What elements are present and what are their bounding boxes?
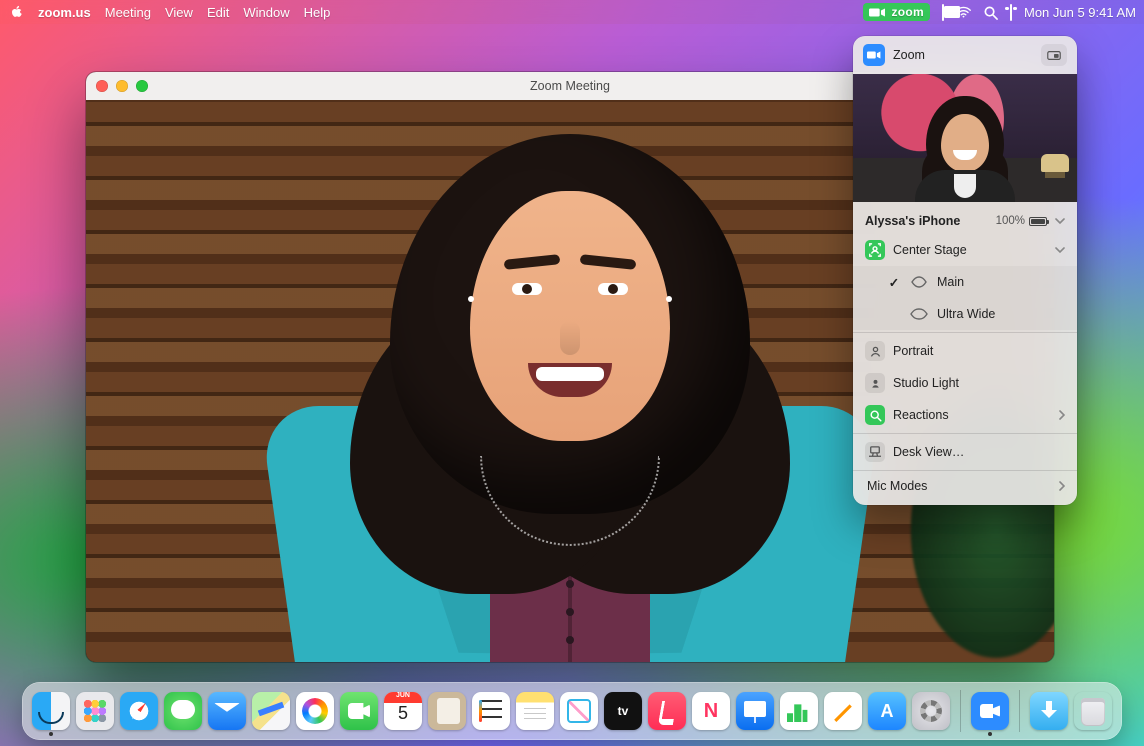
dock-app-notes[interactable] [516, 692, 554, 730]
menu-window[interactable]: Window [243, 5, 289, 20]
zoom-app-icon [863, 44, 885, 66]
menu-meeting[interactable]: Meeting [105, 5, 151, 20]
dock-app-news[interactable] [692, 692, 730, 730]
mic-modes-row[interactable]: Mic Modes [853, 473, 1077, 499]
panel-expand-button[interactable] [1041, 44, 1067, 66]
window-title: Zoom Meeting [530, 79, 610, 93]
dock-separator [1019, 690, 1020, 732]
device-battery: 100% [996, 215, 1047, 227]
chevron-down-icon [1055, 246, 1065, 254]
portrait-icon [865, 341, 885, 361]
dock-app-reminders[interactable] [472, 692, 510, 730]
option-label: Ultra Wide [937, 307, 1065, 321]
battery-menubar-icon[interactable] [942, 5, 944, 20]
chevron-right-icon [1058, 481, 1065, 491]
dock-app-photos[interactable] [296, 692, 334, 730]
center-stage-label: Center Stage [893, 243, 1047, 257]
dock-app-contacts[interactable] [428, 692, 466, 730]
menu-edit[interactable]: Edit [207, 5, 229, 20]
camera-in-use-indicator[interactable]: zoom [863, 3, 930, 21]
dock-app-music[interactable] [648, 692, 686, 730]
mic-modes-label: Mic Modes [865, 479, 1050, 493]
window-traffic-lights [96, 80, 148, 92]
chevron-right-icon [1058, 410, 1065, 420]
portrait-row[interactable]: Portrait [853, 335, 1077, 367]
panel-app-label: Zoom [893, 48, 925, 62]
dock-trash[interactable] [1074, 692, 1112, 730]
dock-app-zoom[interactable] [971, 692, 1009, 730]
dock-app-system-settings[interactable] [912, 692, 950, 730]
window-close-button[interactable] [96, 80, 108, 92]
chevron-down-icon [1055, 217, 1065, 225]
lens-wide-icon [909, 304, 929, 324]
dock-app-keynote[interactable] [736, 692, 774, 730]
dock-app-safari[interactable] [120, 692, 158, 730]
reactions-label: Reactions [893, 408, 1050, 422]
window-fullscreen-button[interactable] [136, 80, 148, 92]
center-stage-option-main[interactable]: ✓ Main [853, 266, 1077, 298]
dock-downloads[interactable] [1030, 692, 1068, 730]
calendar-day: 5 [384, 703, 422, 724]
reactions-row[interactable]: Reactions [853, 399, 1077, 431]
dock-app-maps[interactable] [252, 692, 290, 730]
self-preview-thumbnail[interactable] [853, 74, 1077, 202]
device-name: Alyssa's iPhone [865, 214, 988, 228]
panel-header: Zoom [853, 36, 1077, 74]
studio-light-label: Studio Light [893, 376, 1065, 390]
dock-app-mail[interactable] [208, 692, 246, 730]
desk-view-label: Desk View… [893, 445, 1065, 459]
option-label: Main [937, 275, 1065, 289]
video-control-panel: Zoom Alyssa's iPhone 100% Center Stage [853, 36, 1077, 505]
device-row[interactable]: Alyssa's iPhone 100% [853, 208, 1077, 234]
calendar-month: JUN [384, 692, 422, 699]
window-minimize-button[interactable] [116, 80, 128, 92]
dock: JUN 5 [22, 682, 1122, 740]
menubar: zoom.us Meeting View Edit Window Help zo… [0, 0, 1144, 24]
menu-view[interactable]: View [165, 5, 193, 20]
dock-separator [960, 690, 961, 732]
dock-app-numbers[interactable] [780, 692, 818, 730]
dock-app-freeform[interactable] [560, 692, 598, 730]
dock-app-finder[interactable] [32, 692, 70, 730]
battery-icon [1029, 217, 1047, 226]
checkmark-icon: ✓ [887, 275, 901, 290]
dock-app-messages[interactable] [164, 692, 202, 730]
dock-app-app-store[interactable] [868, 692, 906, 730]
lens-icon [909, 272, 929, 292]
app-menu[interactable]: zoom.us [38, 5, 91, 20]
main-speaker-portrait [210, 106, 930, 662]
apple-menu[interactable] [10, 5, 24, 19]
dock-app-launchpad[interactable] [76, 692, 114, 730]
menu-help[interactable]: Help [304, 5, 331, 20]
camera-in-use-app-label: zoom [891, 5, 924, 19]
video-camera-icon [869, 7, 885, 18]
spotlight-icon[interactable] [983, 5, 998, 20]
menubar-datetime[interactable]: Mon Jun 5 9:41 AM [1024, 5, 1136, 20]
portrait-label: Portrait [893, 344, 1065, 358]
center-stage-icon [865, 240, 885, 260]
center-stage-option-ultrawide[interactable]: Ultra Wide [853, 298, 1077, 330]
reactions-icon [865, 405, 885, 425]
dock-app-tv[interactable] [604, 692, 642, 730]
dock-app-pages[interactable] [824, 692, 862, 730]
studio-light-row[interactable]: Studio Light [853, 367, 1077, 399]
desk-view-row[interactable]: Desk View… [853, 436, 1077, 468]
desk-view-icon [865, 442, 885, 462]
center-stage-row[interactable]: Center Stage [853, 234, 1077, 266]
studio-light-icon [865, 373, 885, 393]
dock-app-facetime[interactable] [340, 692, 378, 730]
dock-app-calendar[interactable]: JUN 5 [384, 692, 422, 730]
control-center-icon[interactable] [1010, 5, 1012, 20]
